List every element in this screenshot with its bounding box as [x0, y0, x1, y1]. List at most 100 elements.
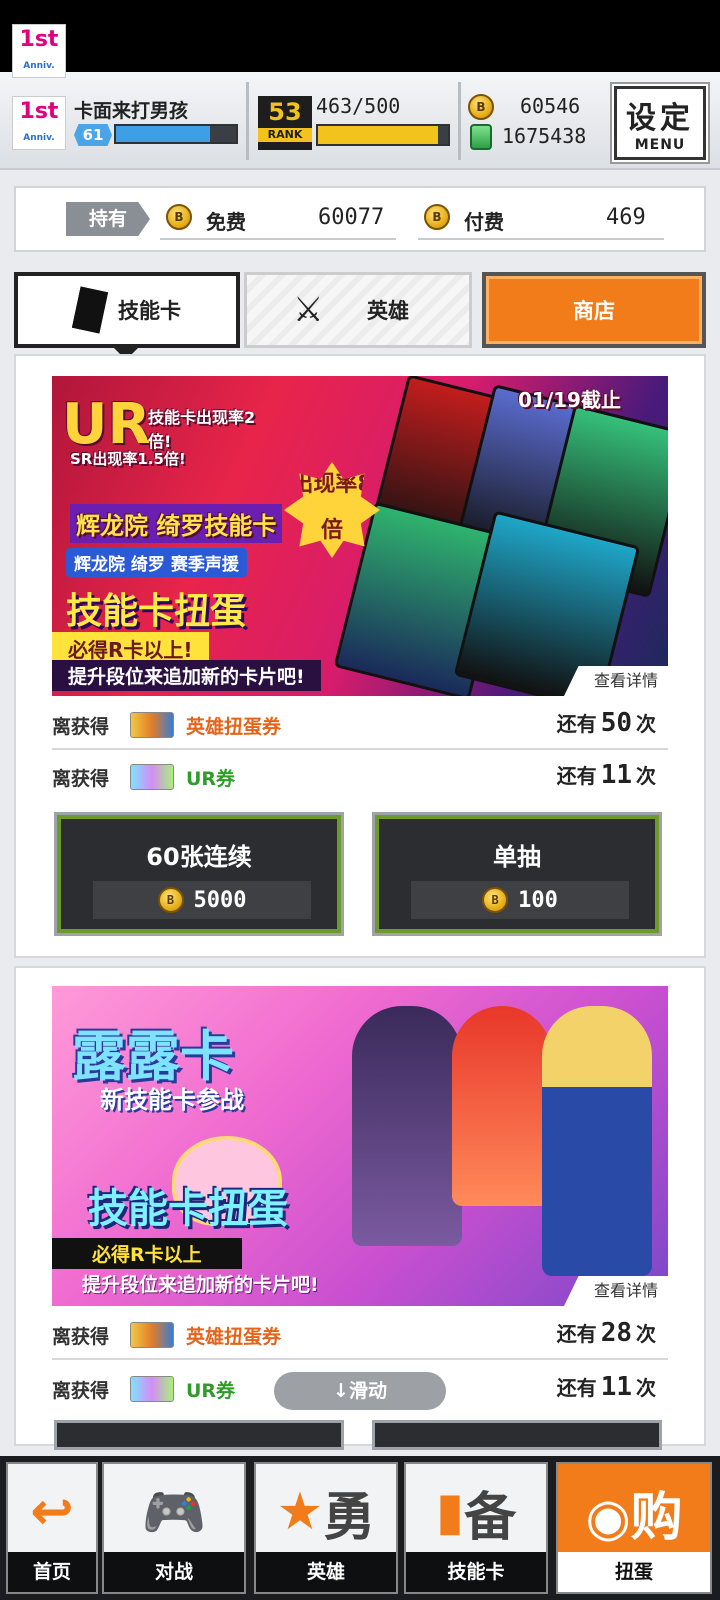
scroll-hint[interactable]: ↓滑动 [274, 1372, 446, 1410]
nav-gacha-label: 扭蛋 [558, 1552, 710, 1592]
tab-skill-card-label: 技能卡 [118, 299, 181, 323]
remain-number: 28 [600, 1318, 632, 1348]
remain-number: 11 [600, 760, 632, 790]
reward-item-name: 英雄扭蛋券 [186, 1326, 282, 1348]
single-pull-button[interactable]: 单抽 B 100 [372, 812, 662, 936]
single-pull-cost-value: 100 [518, 887, 558, 913]
coin-balance: 60546 [520, 94, 581, 118]
tab-hero[interactable]: ⚔ 英雄 [244, 272, 472, 348]
nav-gacha[interactable]: ◉购 扭蛋 [556, 1462, 712, 1594]
nav-skill-card[interactable]: ▮ 备 技能卡 [404, 1462, 548, 1594]
banner-subtitle: 新技能卡参战 [100, 1086, 244, 1114]
tab-shop[interactable]: 商店 [482, 272, 706, 348]
skill-card-icon: ▮ 备 [435, 1482, 517, 1548]
anniversary-logo: 1st Anniv. [12, 24, 66, 78]
level-progress-bar [114, 124, 238, 144]
paid-label: 付费 [464, 210, 504, 234]
reward-progress-row: 离获得 UR券 还有 11 次 [52, 752, 668, 802]
free-underline [160, 238, 396, 240]
gem-balance: 1675438 [502, 124, 587, 148]
hero-icon: ★ 勇 [276, 1482, 376, 1548]
view-details-link[interactable]: 查看详情 [564, 1276, 668, 1306]
remaining-count: 还有 28 次 [557, 1318, 656, 1348]
banner-ur-line: 技能卡出现率2倍! [148, 408, 256, 451]
rank-badge: 53 RANK [258, 96, 312, 150]
banner-title: 技能卡扭蛋 [66, 591, 247, 632]
reward-progress-row: 离获得 英雄扭蛋券 还有 28 次 [52, 1310, 668, 1360]
status-bar [0, 0, 720, 72]
remain-prefix: 还有 [556, 1376, 597, 1400]
level-progress-fill [116, 126, 210, 142]
gacha-icon: ◉购 [585, 1487, 683, 1548]
nav-skill-card-label: 技能卡 [406, 1552, 546, 1592]
tab-skill-card-icon [71, 276, 109, 344]
free-label: 免费 [206, 210, 246, 234]
pull-60-label: 60张连续 [146, 843, 252, 871]
remain-prefix: 还有 [556, 764, 597, 788]
free-value: 60077 [318, 205, 385, 230]
rank-number: 53 [268, 98, 302, 126]
banner-guarantee: 必得R卡以上 [52, 1238, 242, 1269]
settings-menu-button[interactable]: 设定 MENU [614, 86, 706, 160]
character-art [542, 1006, 652, 1276]
pull-button-partial[interactable] [54, 1420, 344, 1450]
row-label: 离获得 [52, 1326, 110, 1348]
logo-badge-subtext: Anniv. [23, 133, 55, 143]
banner-featured: 辉龙院 绮罗技能卡 [70, 504, 283, 543]
logo-text: 1st [19, 27, 59, 52]
nav-battle-label: 对战 [104, 1552, 244, 1592]
remain-number: 11 [600, 1372, 632, 1402]
remaining-count: 还有 11 次 [557, 760, 656, 790]
remain-prefix: 还有 [556, 1322, 597, 1346]
logo-badge-text: 1st [19, 99, 59, 124]
row-label: 离获得 [52, 1380, 110, 1402]
remaining-count: 还有 50 次 [557, 708, 656, 738]
level-badge: 61 [74, 124, 112, 146]
tab-hero-label: 英雄 [367, 299, 409, 323]
anniversary-logo-badge: 1st Anniv. [12, 96, 66, 150]
nav-hero[interactable]: ★ 勇 英雄 [254, 1462, 398, 1594]
free-coin-icon: B [166, 204, 192, 230]
view-details-link[interactable]: 查看详情 [564, 666, 668, 696]
menu-label: MENU [634, 137, 686, 153]
nav-home[interactable]: ↩ 首页 [6, 1462, 98, 1594]
gacha-banner-lulu[interactable]: 露露卡 新技能卡参战 技能卡扭蛋 必得R卡以上 提升段位来追加新的卡片吧! 查看… [52, 986, 668, 1306]
owned-label: 持有 [66, 202, 150, 236]
rank-progress-fill [318, 126, 439, 144]
coin-icon: B [468, 94, 494, 120]
pull-button-partial[interactable] [372, 1420, 662, 1450]
character-art [452, 1006, 552, 1206]
tab-shop-label: 商店 [573, 299, 615, 323]
home-back-icon: ↩ [30, 1482, 74, 1542]
reward-item-name: UR券 [186, 1380, 236, 1402]
banner-promo: 提升段位来追加新的卡片吧! [82, 1274, 319, 1296]
remaining-count: 还有 11 次 [557, 1372, 656, 1402]
ur-ticket-icon [130, 764, 174, 790]
hero-ticket-icon [130, 1322, 174, 1348]
remain-suffix: 次 [636, 764, 656, 788]
paid-coin-icon: B [424, 204, 450, 230]
coin-icon: B [482, 887, 509, 913]
remain-suffix: 次 [636, 712, 656, 736]
nav-hero-label: 英雄 [256, 1552, 396, 1592]
gacha-banner-skill-card[interactable]: UR 技能卡出现率2倍! SR出现率1.5倍! 01/19截止 出现率8倍 辉龙… [52, 376, 668, 696]
paid-underline [418, 238, 664, 240]
banner-deadline: 01/19截止 [518, 388, 621, 412]
remain-suffix: 次 [636, 1322, 656, 1346]
nav-battle[interactable]: 🎮 对战 [102, 1462, 246, 1594]
hero-ticket-icon [130, 712, 174, 738]
pull-60-button[interactable]: 60张连续 B 5000 [54, 812, 344, 936]
nav-home-label: 首页 [8, 1552, 96, 1592]
banner-promo: 提升段位来追加新的卡片吧! [52, 660, 321, 691]
row-label: 离获得 [52, 768, 110, 790]
gem-icon [470, 124, 492, 150]
player-name: 卡面来打男孩 [74, 100, 189, 122]
character-art [352, 1006, 462, 1246]
hero-icon: ⚔ [293, 290, 324, 330]
row-label: 离获得 [52, 716, 110, 738]
tab-skill-card[interactable]: 技能卡 [14, 272, 240, 348]
banner-title: 技能卡扭蛋 [88, 1186, 288, 1232]
logo-subtext: Anniv. [23, 61, 55, 71]
header-divider [458, 82, 461, 160]
banner-tags: 辉龙院 绮罗 赛季声援 [66, 548, 247, 577]
